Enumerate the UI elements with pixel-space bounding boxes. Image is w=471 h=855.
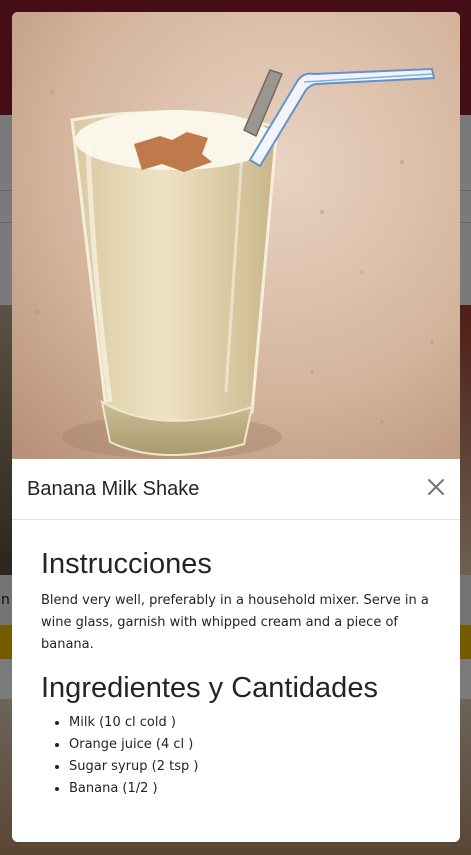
list-item: Orange juice (4 cl ) (69, 734, 437, 756)
list-item: Sugar syrup (2 tsp ) (69, 756, 437, 778)
modal-title: Banana Milk Shake (27, 478, 200, 500)
ingredients-list: Milk (10 cl cold ) Orange juice (4 cl ) … (41, 712, 437, 800)
list-item: Banana (1/2 ) (69, 778, 437, 800)
ingredients-heading: Ingredientes y Cantidades (41, 672, 378, 704)
modal-header: Banana Milk Shake (12, 459, 460, 520)
close-icon[interactable] (424, 475, 448, 499)
recipe-modal: Banana Milk Shake Instrucciones Blend ve… (12, 12, 460, 842)
drink-image (12, 12, 460, 459)
instructions-text: Blend very well, preferably in a househo… (41, 593, 429, 652)
list-item: Milk (10 cl cold ) (69, 712, 437, 734)
instructions-heading: Instrucciones (41, 548, 212, 580)
modal-body: Instrucciones Blend very well, preferabl… (41, 546, 437, 800)
